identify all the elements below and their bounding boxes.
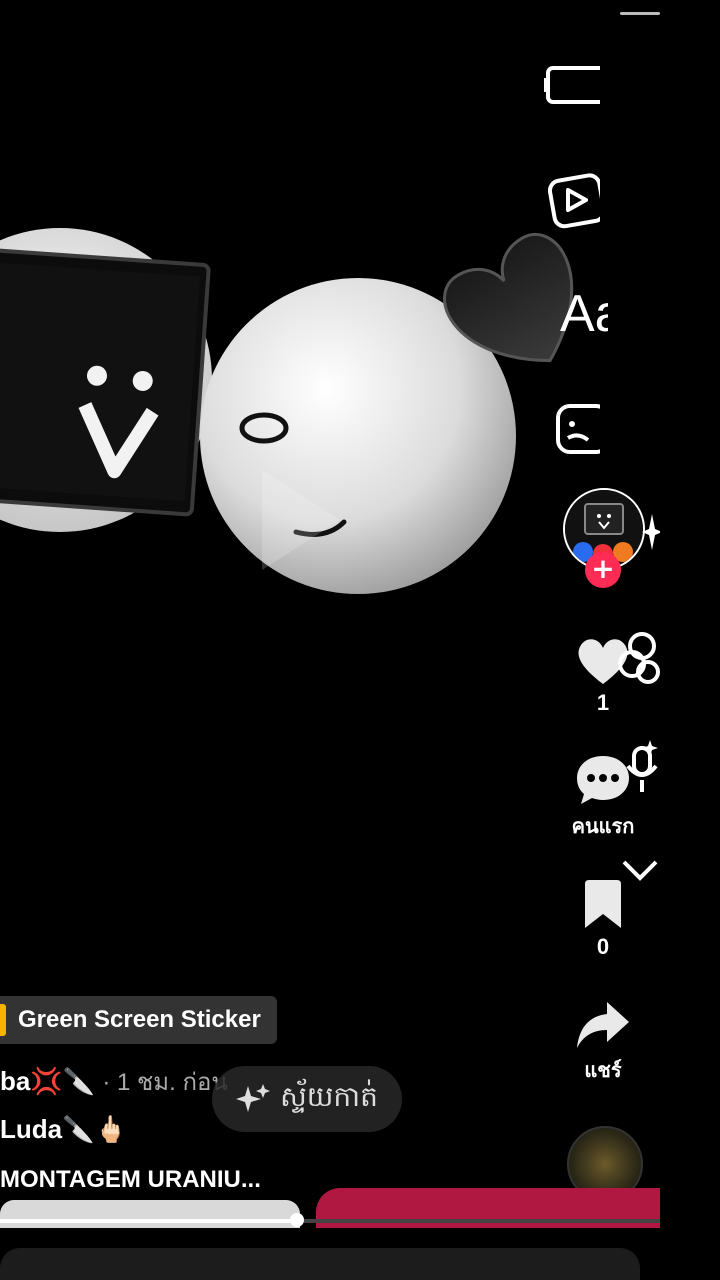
share-arrow-icon xyxy=(577,1002,629,1048)
caption-line-1: ba💢🔪 · 1 ชม. ก่อน xyxy=(0,1062,228,1101)
creator-avatar-group: + xyxy=(560,488,660,588)
voice-effect-icon xyxy=(626,740,658,792)
scene-button[interactable]: ស្ទ័យកាត់ xyxy=(212,1066,402,1132)
video-tool-button[interactable] xyxy=(544,172,600,230)
comment-bubble-icon xyxy=(577,756,629,804)
text-tool-button[interactable]: Aa xyxy=(544,282,608,346)
username-2[interactable]: Luda xyxy=(0,1114,62,1144)
screen-icon xyxy=(544,66,600,104)
effect-tag[interactable]: Green Screen Sticker xyxy=(0,996,277,1044)
chevron-down-icon[interactable] xyxy=(620,858,660,882)
share-label: แชร์ xyxy=(584,1060,622,1082)
sticker-tool-button[interactable] xyxy=(544,402,600,456)
save-button[interactable]: 0 xyxy=(560,880,646,960)
effect-label: Green Screen Sticker xyxy=(18,1006,261,1033)
play-overlay-icon[interactable] xyxy=(262,470,340,570)
sparkle-icon xyxy=(642,514,660,550)
video-stage[interactable]: Aa + xyxy=(0,0,660,1280)
emoji-group-1: 💢🔪 xyxy=(30,1066,96,1096)
share-button[interactable]: แชร์ xyxy=(560,1000,646,1086)
bottom-navigation xyxy=(0,1248,640,1280)
post-time: · 1 ชม. ก่อน xyxy=(102,1069,228,1096)
scene-button-label: ស្ទ័យកាត់ xyxy=(280,1079,378,1113)
effect-accent-bar xyxy=(0,1004,6,1036)
text-tool-label: Aa xyxy=(560,285,608,343)
side-gutter xyxy=(660,0,720,1280)
username-1[interactable]: ba xyxy=(0,1066,30,1096)
bookmark-icon xyxy=(585,880,621,928)
like-count: 1 xyxy=(596,690,610,715)
music-title[interactable]: MONTAGEM URANIU... xyxy=(0,1166,261,1194)
follow-button[interactable]: + xyxy=(585,552,621,588)
progress-fill xyxy=(0,1219,297,1223)
progress-knob[interactable] xyxy=(290,1213,304,1227)
comment-label: คนแรก xyxy=(571,816,635,838)
caption-line-2: Luda🔪🖕🏻 xyxy=(0,1114,127,1145)
save-count: 0 xyxy=(596,934,610,959)
drag-handle xyxy=(620,12,660,15)
progress-bar[interactable] xyxy=(0,1213,660,1227)
people-icon xyxy=(618,632,660,684)
bottom-left-button[interactable] xyxy=(0,1200,300,1228)
emoji-group-2: 🔪🖕🏻 xyxy=(62,1114,127,1144)
monitor-sticker xyxy=(0,246,211,517)
screen-tool-button[interactable] xyxy=(544,62,600,108)
sticker-icon xyxy=(556,404,600,454)
play-square-icon xyxy=(548,173,600,229)
sparkles-icon xyxy=(236,1084,271,1112)
